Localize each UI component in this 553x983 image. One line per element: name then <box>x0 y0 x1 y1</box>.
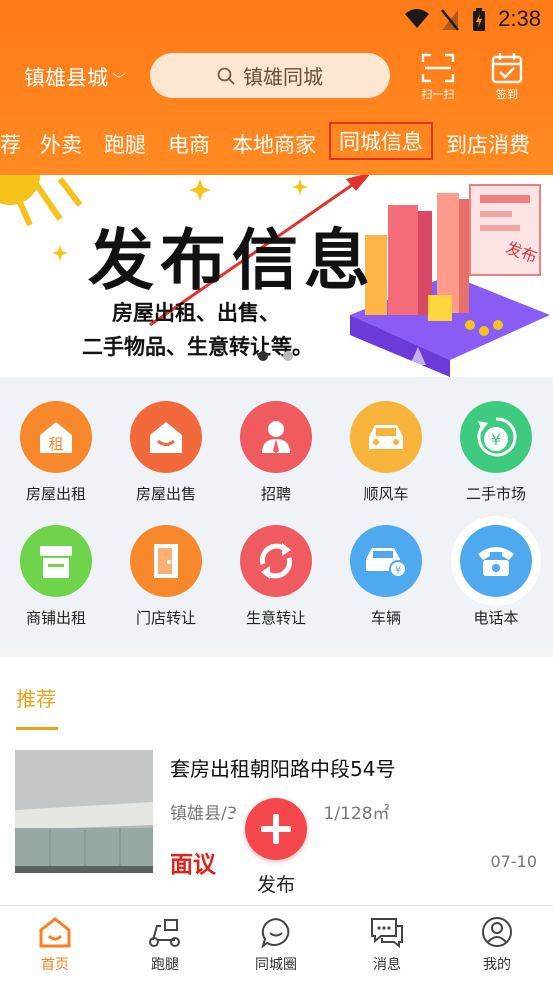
service-recruit[interactable]: 招聘 <box>221 401 331 504</box>
tab-label: 同城圈 <box>255 957 297 973</box>
listing-date: 07-10 <box>490 852 538 871</box>
scan-button[interactable]: 扫一扫 <box>412 52 464 102</box>
recommend-title: 推荐 <box>16 687 56 711</box>
service-label: 门店转让 <box>135 609 196 627</box>
service-label: 房屋出租 <box>25 485 86 503</box>
svg-text:¥: ¥ <box>395 565 401 576</box>
vehicle-icon: ¥ <box>350 525 422 597</box>
service-label: 二手市场 <box>465 485 526 503</box>
listing-price: 面议 <box>170 852 216 878</box>
calendar-check-icon <box>491 53 523 84</box>
secondhand-icon: ¥ <box>460 401 532 473</box>
tab-label: 我的 <box>483 957 511 973</box>
house-rent-glyph: 租 <box>48 435 63 453</box>
tab-label: 首页 <box>41 957 69 973</box>
store-transfer-icon <box>130 525 202 597</box>
search-icon <box>217 67 235 85</box>
recruit-icon <box>240 401 312 473</box>
scan-label: 扫一扫 <box>421 88 455 101</box>
publish-label: 发布 <box>256 874 295 896</box>
tab-profile[interactable]: 我的 <box>442 916 552 974</box>
profile-icon <box>482 917 512 947</box>
service-store-transfer[interactable]: 门店转让 <box>111 525 221 628</box>
chevron-down-icon: ﹀ <box>112 73 126 89</box>
home-icon <box>39 917 71 948</box>
tab-home[interactable]: 首页 <box>0 916 110 974</box>
listing-thumbnail[interactable] <box>15 750 153 873</box>
scan-icon <box>421 53 455 83</box>
house-sale-icon <box>130 401 202 473</box>
category-tab[interactable]: 跑腿 <box>104 129 146 159</box>
tab-label: 跑腿 <box>151 957 179 973</box>
service-vehicle[interactable]: ¥ 车辆 <box>331 525 441 628</box>
wifi-icon <box>405 9 429 28</box>
checkin-button[interactable]: 签到 <box>481 52 533 102</box>
battery-charging-icon <box>473 8 485 31</box>
status-bar: 2:38 <box>0 0 553 40</box>
scooter-icon <box>149 919 180 947</box>
recommend-underline <box>16 727 58 730</box>
city-name: 镇雄县城 <box>24 66 108 90</box>
service-label: 招聘 <box>260 485 291 503</box>
category-tab[interactable]: 电商 <box>168 129 210 159</box>
tab-errand[interactable]: 跑腿 <box>110 916 220 974</box>
service-label: 电话本 <box>473 609 519 627</box>
category-tab[interactable]: 到店消费 <box>446 129 530 159</box>
service-label: 顺风车 <box>363 485 409 503</box>
top-header: 2:38 镇雄县城 ﹀ 镇雄同城 扫一扫 签到 荐 外卖 跑腿 电商 本地商家 同… <box>0 0 553 175</box>
no-signal-icon <box>441 9 459 31</box>
shop-rent-icon <box>20 525 92 597</box>
publish-button[interactable]: 发布 <box>232 784 320 904</box>
service-label: 房屋出售 <box>135 485 196 503</box>
tab-label: 消息 <box>373 957 401 973</box>
phonebook-icon <box>460 525 532 597</box>
banner-line-2: 二手物品、生意转让等。 <box>82 335 313 359</box>
carousel-dot-active[interactable] <box>258 351 268 361</box>
city-selector[interactable]: 镇雄县城 ﹀ <box>24 62 126 92</box>
search-input[interactable]: 镇雄同城 <box>150 53 390 98</box>
secondhand-glyph: ¥ <box>491 430 501 449</box>
service-secondhand[interactable]: ¥ 二手市场 <box>441 401 551 504</box>
service-business-transfer[interactable]: 生意转让 <box>221 525 331 628</box>
bottom-tab-bar: 首页 跑腿 同城圈 消息 我的 <box>0 905 553 983</box>
house-rent-icon: 租 <box>20 401 92 473</box>
banner-line-1: 房屋出租、出售、 <box>112 301 280 325</box>
tab-messages[interactable]: 消息 <box>332 916 442 974</box>
banner-title: 发布信息 <box>88 221 376 299</box>
category-tab-highlighted[interactable]: 同城信息 <box>329 122 433 160</box>
service-shop-rent[interactable]: 商铺出租 <box>1 525 111 628</box>
promo-banner[interactable]: 发布信息 房屋出租、出售、 二手物品、生意转让等。 发布 <box>0 175 553 377</box>
checkin-label: 签到 <box>496 88 518 101</box>
service-house-sale[interactable]: 房屋出售 <box>111 401 221 504</box>
status-time: 2:38 <box>498 6 541 31</box>
category-tabs: 荐 外卖 跑腿 电商 本地商家 同城信息 到店消费 <box>0 118 553 170</box>
chat-bubble-icon <box>261 917 290 948</box>
service-carpool[interactable]: 顺风车 <box>331 401 441 504</box>
service-label: 商铺出租 <box>25 609 86 627</box>
service-label: 生意转让 <box>245 609 306 627</box>
carpool-icon <box>350 401 422 473</box>
category-tab[interactable]: 荐 <box>0 129 21 159</box>
listing-title: 套房出租朝阳路中段54号 <box>170 757 396 781</box>
business-transfer-icon <box>240 525 312 597</box>
tab-city-circle[interactable]: 同城圈 <box>221 916 331 974</box>
service-house-rent[interactable]: 租 房屋出租 <box>1 401 111 504</box>
plus-icon <box>245 798 307 860</box>
service-grid: 租 房屋出租 房屋出售 招聘 顺风车 ¥ 二手市场 商铺出租 门店转让 生意转让… <box>0 377 553 647</box>
carousel-dot[interactable] <box>283 351 293 361</box>
category-tab[interactable]: 本地商家 <box>232 129 316 159</box>
message-icon <box>371 918 403 948</box>
search-placeholder: 镇雄同城 <box>243 65 323 89</box>
service-phonebook[interactable]: 电话本 <box>441 525 551 628</box>
service-label: 车辆 <box>370 609 401 627</box>
category-tab[interactable]: 外卖 <box>40 129 82 159</box>
